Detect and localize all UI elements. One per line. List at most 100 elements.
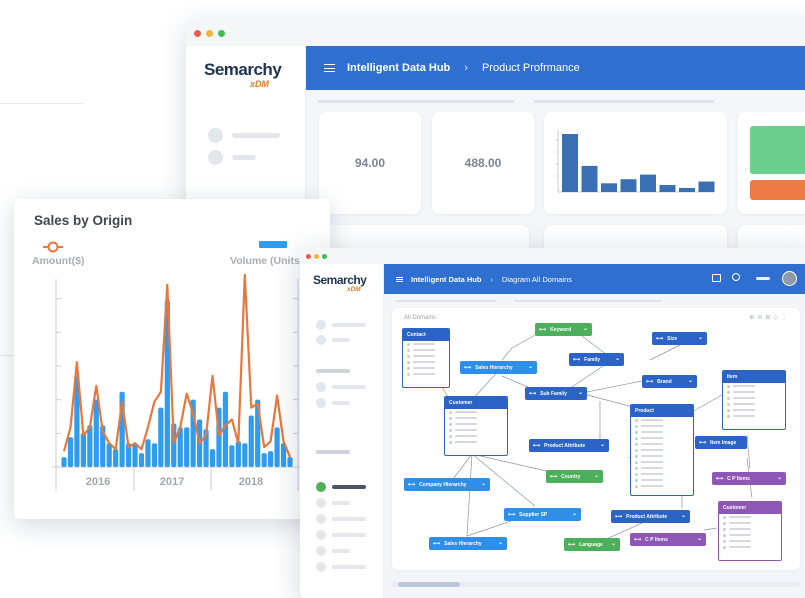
- mini-bar: [698, 181, 715, 192]
- sidebar-item-label[interactable]: [232, 133, 280, 138]
- tag-icon[interactable]: ◇: [773, 315, 781, 321]
- sidebar-item-label[interactable]: [232, 155, 256, 160]
- avatar[interactable]: [782, 271, 797, 286]
- sidebar-item-icon[interactable]: [316, 530, 326, 540]
- sales-by-origin-card: Sales by Origin 2016 2017 2018 Amount($) V…: [14, 199, 330, 519]
- sidebar-item-icon[interactable]: [316, 335, 326, 345]
- node-country[interactable]: ⟷ Country ⌄: [546, 470, 603, 483]
- sidebar-item-label[interactable]: [332, 385, 366, 389]
- sidebar-item-icon[interactable]: [316, 546, 326, 556]
- username-placeholder[interactable]: [756, 277, 770, 280]
- volume-bar: [113, 449, 119, 467]
- sidebar-item-label[interactable]: [332, 401, 350, 405]
- volume-bar: [261, 453, 267, 467]
- node-label: Country: [561, 473, 581, 480]
- breadcrumb-root[interactable]: Intelligent Data Hub: [411, 275, 481, 284]
- entity-item[interactable]: Item: [722, 370, 786, 430]
- chevron-down-icon: ⌄: [697, 335, 703, 341]
- node-keyword[interactable]: ⟷ Keyword ⌄: [535, 323, 592, 336]
- node-product-attribute[interactable]: ⟷ Product Attribute ⌄: [529, 439, 609, 452]
- maximize-window-button[interactable]: [322, 253, 327, 259]
- chevron-down-icon: ⌄: [776, 475, 782, 481]
- domain-diagram[interactable]: All Domains ⊕⊖⊞◇⋮ Contact Customer Produ…: [392, 308, 800, 570]
- node-cp-items[interactable]: ⟷ C P Items ⌄: [630, 533, 706, 546]
- minimize-window-button[interactable]: [314, 253, 319, 259]
- sidebar-item-icon[interactable]: [208, 150, 223, 165]
- sidebar-item-icon[interactable]: [316, 498, 326, 508]
- node-sales-hierarchy-2[interactable]: ⟷ Sales Hierarchy ⌄: [429, 537, 507, 550]
- breadcrumb-current: Product Profrmance: [481, 62, 580, 74]
- sidebar-item-label[interactable]: [332, 565, 366, 569]
- window-titlebar: [186, 20, 805, 46]
- chevron-down-icon: ⌄: [610, 541, 616, 547]
- chevron-down-icon: ⌄: [577, 390, 583, 396]
- bg-divider: [0, 103, 84, 104]
- entity-customer-2[interactable]: Customer: [718, 501, 782, 561]
- kpi-card[interactable]: 94.00: [319, 112, 421, 214]
- status-card[interactable]: [738, 112, 805, 214]
- node-sales-hierarchy[interactable]: ⟷ Sales Hierarchy ⌄: [460, 361, 537, 374]
- more-icon[interactable]: ⋮: [781, 315, 790, 321]
- volume-bar: [93, 399, 99, 467]
- menu-icon[interactable]: [396, 276, 403, 282]
- sidebar-item-icon[interactable]: [316, 398, 326, 408]
- entity-customer2-label: Customer: [723, 505, 747, 511]
- maximize-window-button[interactable]: [218, 29, 225, 37]
- node-supplier-sp[interactable]: ⟷ Supplier SP ⌄: [504, 508, 581, 521]
- sidebar-item-label[interactable]: [332, 549, 350, 553]
- node-product-attribute-2[interactable]: ⟷ Product Attribute ⌄: [611, 510, 690, 523]
- close-window-button[interactable]: [306, 253, 311, 259]
- node-family[interactable]: ⟷ Family ⌄: [569, 353, 624, 366]
- volume-bar: [158, 407, 164, 467]
- sidebar-item-icon[interactable]: [316, 382, 326, 392]
- sidebar-item-active-icon[interactable]: [316, 482, 326, 492]
- node-company-hierarchy[interactable]: ⟷ Company Hierarchy ⌄: [404, 478, 490, 491]
- sidebar-item-icon[interactable]: [316, 320, 326, 330]
- mini-bar: [659, 185, 676, 192]
- entity-customer[interactable]: Customer: [444, 396, 508, 456]
- node-language[interactable]: ⟷ Language ⌄: [564, 538, 620, 551]
- entity-field: [403, 371, 449, 377]
- close-window-button[interactable]: [194, 29, 201, 37]
- xdm-logo-sub: xDM: [347, 286, 361, 293]
- entity-header: Item: [723, 371, 785, 383]
- kpi-card[interactable]: 488.00: [432, 112, 534, 214]
- sidebar: Semarchy xDM: [300, 264, 384, 598]
- sidebar-item-label[interactable]: [332, 517, 366, 521]
- x-tick-label: 2017: [160, 476, 184, 488]
- sidebar-item-icon[interactable]: [316, 562, 326, 572]
- bg-divider: [0, 355, 14, 356]
- sidebar-item-icon[interactable]: [316, 514, 326, 524]
- entity-contact[interactable]: Contact: [402, 328, 450, 388]
- section-divider: [318, 100, 514, 103]
- entity-product[interactable]: Product: [630, 404, 694, 496]
- node-size[interactable]: ⟷ Size ⌄: [652, 332, 707, 345]
- breadcrumb-root[interactable]: Intelligent Data Hub: [347, 62, 450, 74]
- sidebar-item-label[interactable]: [332, 338, 350, 342]
- sidebar-item-label[interactable]: [332, 501, 350, 505]
- chevron-down-icon: ⌄: [696, 536, 702, 542]
- node-brand[interactable]: ⟷ Brand ⌄: [642, 375, 697, 388]
- kpi-value: 94.00: [354, 156, 386, 170]
- scrollbar-thumb[interactable]: [398, 582, 460, 587]
- minimize-window-button[interactable]: [206, 29, 213, 37]
- menu-icon[interactable]: [324, 64, 335, 72]
- horizontal-scrollbar[interactable]: [392, 582, 800, 587]
- sidebar-item-label[interactable]: [332, 323, 366, 327]
- calendar-icon[interactable]: [712, 274, 721, 282]
- node-item-image[interactable]: ⟷ Item Image: [695, 436, 747, 449]
- entity-header: Customer: [719, 502, 781, 514]
- sidebar-item-label[interactable]: [332, 533, 366, 537]
- sidebar-item-icon[interactable]: [208, 128, 223, 143]
- entity-field: [445, 439, 507, 445]
- node-sub-family[interactable]: ⟷ Sub Family ⌄: [525, 387, 587, 400]
- diagram-toolbar: ⊕⊖⊞◇⋮: [749, 314, 790, 321]
- node-label: Company Hierarchy: [419, 481, 467, 488]
- search-icon[interactable]: [732, 273, 740, 281]
- sidebar-item-active-label[interactable]: [332, 485, 366, 489]
- entity-header: Contact: [403, 329, 449, 341]
- volume-bar: [87, 425, 93, 467]
- node-cp-items-right[interactable]: ⟷ C P Items ⌄: [712, 472, 786, 485]
- mini-bar-chart-card[interactable]: [544, 112, 727, 214]
- entity-field: [723, 413, 785, 419]
